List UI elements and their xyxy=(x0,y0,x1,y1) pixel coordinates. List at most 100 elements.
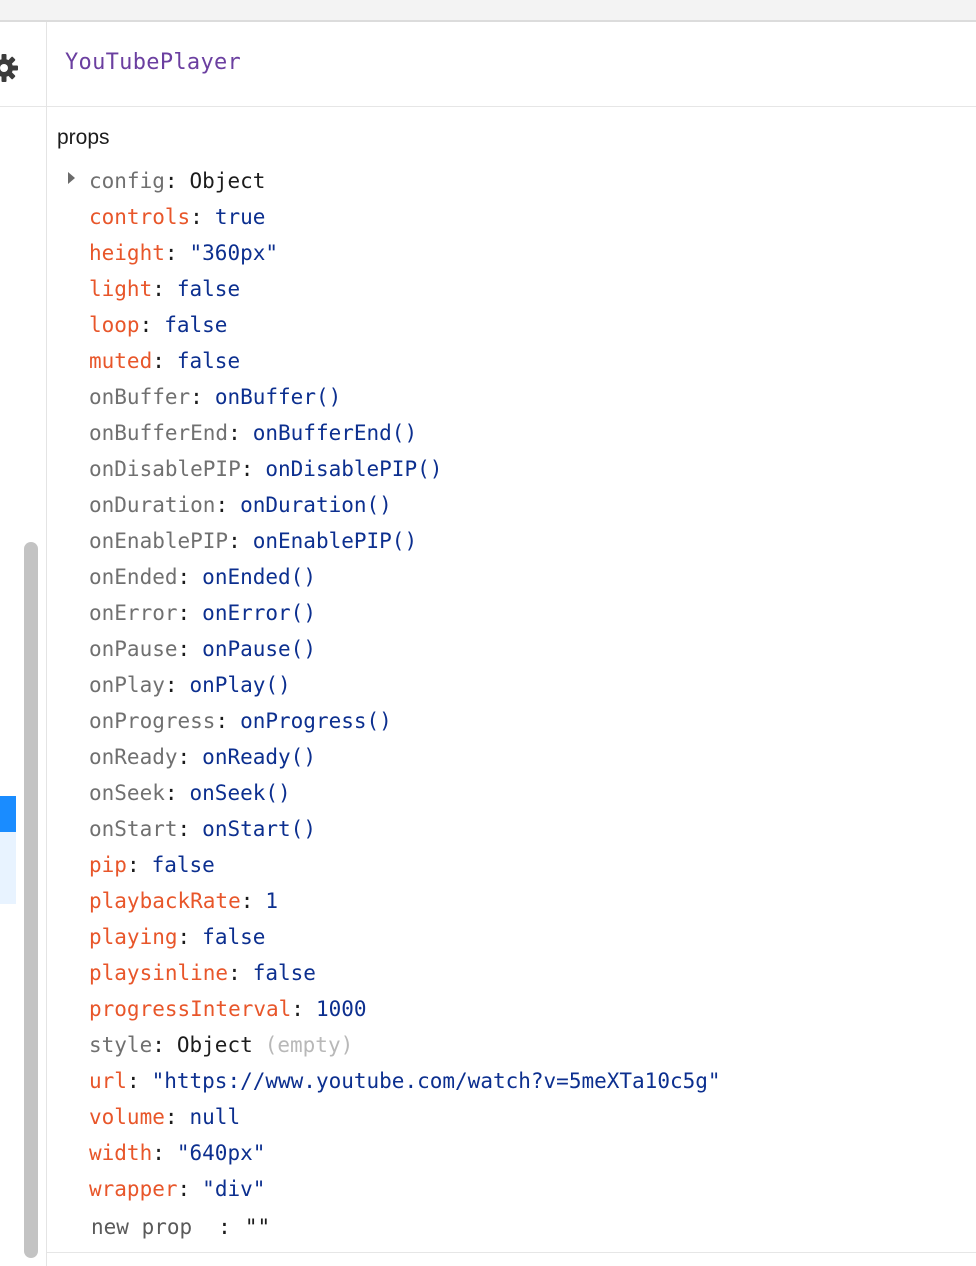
prop-value[interactable]: "640px" xyxy=(177,1141,266,1165)
tree-header xyxy=(0,22,46,107)
prop-value[interactable]: 1 xyxy=(265,889,278,913)
prop-row-wrapper[interactable]: wrapper: "div" xyxy=(89,1174,265,1204)
prop-colon: : xyxy=(190,205,203,229)
prop-value: onDuration() xyxy=(240,493,392,517)
prop-key: onSeek xyxy=(89,781,165,805)
prop-key: onPlay xyxy=(89,673,165,697)
prop-key: loop xyxy=(89,313,140,337)
prop-colon: : xyxy=(164,169,178,193)
prop-key: onDuration xyxy=(89,493,216,517)
prop-key: playsinline xyxy=(89,961,229,985)
devtools-page: YouTubePlayer props config: Object control… xyxy=(0,0,976,1266)
prop-row-onDisablePIP[interactable]: onDisablePIP: onDisablePIP() xyxy=(89,454,442,484)
prop-colon: : xyxy=(126,853,140,877)
prop-value[interactable]: false xyxy=(152,853,215,877)
prop-value[interactable]: true xyxy=(215,205,266,229)
new-prop-value-input[interactable]: "" xyxy=(245,1215,270,1239)
prop-colon: : xyxy=(164,1105,178,1129)
tree-scrollbar[interactable] xyxy=(24,542,38,1258)
prop-key: onEnded xyxy=(89,565,178,589)
prop-row-onBuffer[interactable]: onBuffer: onBuffer() xyxy=(89,382,341,412)
prop-value[interactable]: "div" xyxy=(202,1177,265,1201)
prop-row-height[interactable]: height: "360px" xyxy=(89,238,278,268)
prop-key: wrapper xyxy=(89,1177,178,1201)
prop-row-onReady[interactable]: onReady: onReady() xyxy=(89,742,316,772)
prop-colon: : xyxy=(190,385,203,409)
new-prop-key-input[interactable]: new prop xyxy=(91,1215,192,1239)
prop-colon: : xyxy=(228,961,241,985)
component-tree-pane xyxy=(0,22,47,1266)
prop-value[interactable]: false xyxy=(177,349,240,373)
inspector-header: YouTubePlayer xyxy=(47,22,976,107)
prop-key: onBuffer xyxy=(89,385,191,409)
prop-row-onStart[interactable]: onStart: onStart() xyxy=(89,814,316,844)
prop-row-loop[interactable]: loop: false xyxy=(89,310,227,340)
prop-row-onProgress[interactable]: onProgress: onProgress() xyxy=(89,706,392,736)
prop-key: onBufferEnd xyxy=(89,421,229,445)
prop-value: Object xyxy=(189,169,266,193)
prop-value: Object xyxy=(176,1033,253,1057)
prop-row-style[interactable]: style: Object (empty) xyxy=(89,1030,353,1060)
prop-row-progressInterval[interactable]: progressInterval: 1000 xyxy=(89,994,367,1024)
prop-value[interactable]: 1000 xyxy=(316,997,367,1021)
prop-colon: : xyxy=(177,925,191,949)
prop-key: playbackRate xyxy=(89,889,241,913)
prop-value[interactable]: null xyxy=(190,1105,241,1129)
prop-key: url xyxy=(89,1069,127,1093)
prop-row-playing[interactable]: playing: false xyxy=(89,922,265,952)
prop-key: muted xyxy=(89,349,153,373)
prop-value[interactable]: "360px" xyxy=(190,241,279,265)
prop-row-onError[interactable]: onError: onError() xyxy=(89,598,316,628)
prop-row-width[interactable]: width: "640px" xyxy=(89,1138,265,1168)
prop-colon: : xyxy=(177,637,191,661)
prop-value[interactable]: false xyxy=(202,925,265,949)
prop-row-onPause[interactable]: onPause: onPause() xyxy=(89,634,316,664)
prop-row-onEnablePIP[interactable]: onEnablePIP: onEnablePIP() xyxy=(89,526,417,556)
prop-row-onDuration[interactable]: onDuration: onDuration() xyxy=(89,490,392,520)
prop-value: onEnablePIP() xyxy=(252,529,418,553)
prop-colon: : xyxy=(291,997,304,1021)
new-prop-separator: : xyxy=(218,1215,231,1239)
prop-colon: : xyxy=(177,565,191,589)
prop-value[interactable]: false xyxy=(164,313,227,337)
prop-value: onProgress() xyxy=(240,709,392,733)
prop-colon: : xyxy=(228,421,241,445)
prop-colon: : xyxy=(215,709,229,733)
prop-colon: : xyxy=(152,1141,165,1165)
prop-row-config[interactable]: config: Object xyxy=(89,166,265,196)
prop-row-muted[interactable]: muted: false xyxy=(89,346,240,376)
highlighted-tree-rows[interactable] xyxy=(0,832,16,904)
top-toolbar xyxy=(0,0,976,22)
prop-colon: : xyxy=(177,817,191,841)
prop-key: controls xyxy=(89,205,191,229)
prop-key: volume xyxy=(89,1105,165,1129)
prop-value[interactable]: "https://www.youtube.com/watch?v=5meXTa1… xyxy=(152,1069,721,1093)
prop-row-controls[interactable]: controls: true xyxy=(89,202,265,232)
gear-icon[interactable] xyxy=(0,52,20,84)
prop-colon: : xyxy=(177,745,191,769)
prop-row-playbackRate[interactable]: playbackRate: 1 xyxy=(89,886,278,916)
prop-row-volume[interactable]: volume: null xyxy=(89,1102,240,1132)
prop-value[interactable]: false xyxy=(253,961,316,985)
prop-row-onBufferEnd[interactable]: onBufferEnd: onBufferEnd() xyxy=(89,418,417,448)
prop-key: width xyxy=(89,1141,153,1165)
prop-row-onSeek[interactable]: onSeek: onSeek() xyxy=(89,778,291,808)
prop-row-onEnded[interactable]: onEnded: onEnded() xyxy=(89,562,316,592)
prop-row-light[interactable]: light: false xyxy=(89,274,240,304)
prop-row-url[interactable]: url: "https://www.youtube.com/watch?v=5me… xyxy=(89,1066,721,1096)
prop-row-onPlay[interactable]: onPlay: onPlay() xyxy=(89,670,291,700)
new-prop-row[interactable]: new prop: "" xyxy=(91,1212,270,1242)
prop-value[interactable]: false xyxy=(177,277,240,301)
expand-triangle-icon[interactable] xyxy=(68,172,75,184)
prop-colon: : xyxy=(240,457,254,481)
prop-value: onBuffer() xyxy=(214,385,342,409)
prop-value: onBufferEnd() xyxy=(252,421,418,445)
prop-value: onError() xyxy=(202,601,316,625)
prop-row-pip[interactable]: pip: false xyxy=(89,850,215,880)
prop-colon: : xyxy=(215,493,229,517)
prop-value: onSeek() xyxy=(189,781,291,805)
prop-row-playsinline[interactable]: playsinline: false xyxy=(89,958,316,988)
prop-key: light xyxy=(89,277,153,301)
prop-key: onProgress xyxy=(89,709,216,733)
selected-tree-row[interactable] xyxy=(0,796,16,832)
